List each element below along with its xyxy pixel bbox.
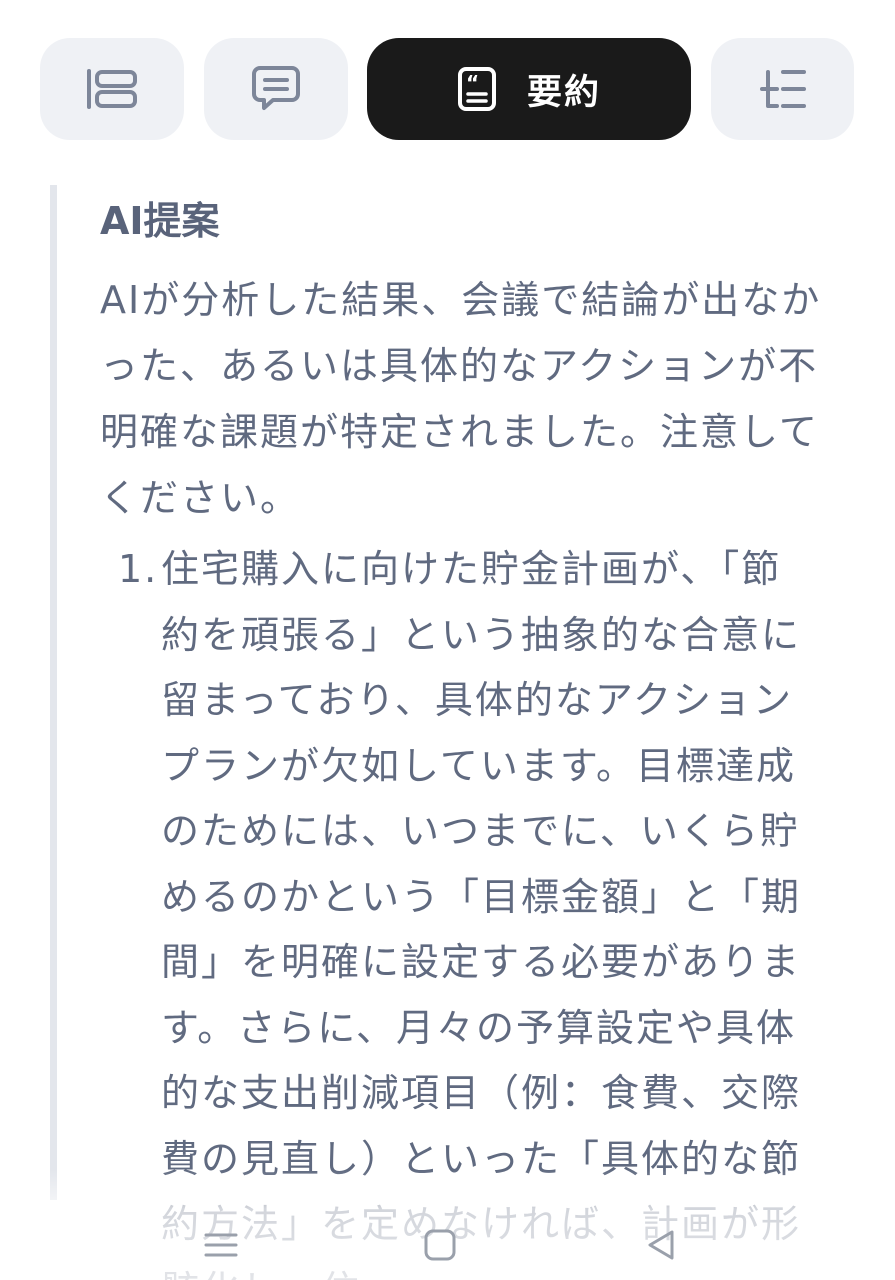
outline-icon bbox=[759, 70, 806, 108]
tab-summary-label: 要約 bbox=[526, 72, 601, 113]
app-screen: “ 要約 AI提案 AIが分析した結果、会議で結論が出なかった、あるいは具体的な… bbox=[0, 0, 895, 1280]
back-icon bbox=[648, 1230, 674, 1260]
chat-bubble-icon bbox=[252, 66, 300, 110]
tab-outline[interactable] bbox=[711, 38, 854, 140]
recent-apps-button[interactable] bbox=[196, 1220, 246, 1270]
tab-summary[interactable]: “ 要約 bbox=[367, 38, 691, 140]
tab-chat[interactable] bbox=[204, 38, 348, 140]
view-tab-bar: “ 要約 bbox=[40, 38, 854, 140]
list-layout-icon bbox=[87, 69, 137, 109]
section-heading: AI提案 bbox=[100, 199, 220, 243]
svg-text:“: “ bbox=[466, 71, 479, 95]
intro-paragraph: AIが分析した結果、会議で結論が出なかった、あるいは具体的なアクションが不明確な… bbox=[100, 278, 822, 520]
home-button[interactable] bbox=[415, 1220, 465, 1270]
back-button[interactable] bbox=[636, 1220, 686, 1270]
list-item-text: 住宅購入に向けた貯金計画が、「節約を頑張る」という抽象的な合意に留まっており、具… bbox=[161, 547, 802, 1280]
tab-list-view[interactable] bbox=[40, 38, 184, 140]
system-nav-bar bbox=[0, 1200, 895, 1280]
summary-quote-icon: “ bbox=[457, 67, 496, 111]
menu-icon bbox=[204, 1233, 238, 1257]
quote-accent-bar bbox=[50, 185, 57, 1200]
list-item-number: 1. bbox=[118, 547, 159, 591]
ai-suggestion-block: AI提案 AIが分析した結果、会議で結論が出なかった、あるいは具体的なアクション… bbox=[50, 185, 895, 1280]
home-icon bbox=[424, 1229, 456, 1261]
